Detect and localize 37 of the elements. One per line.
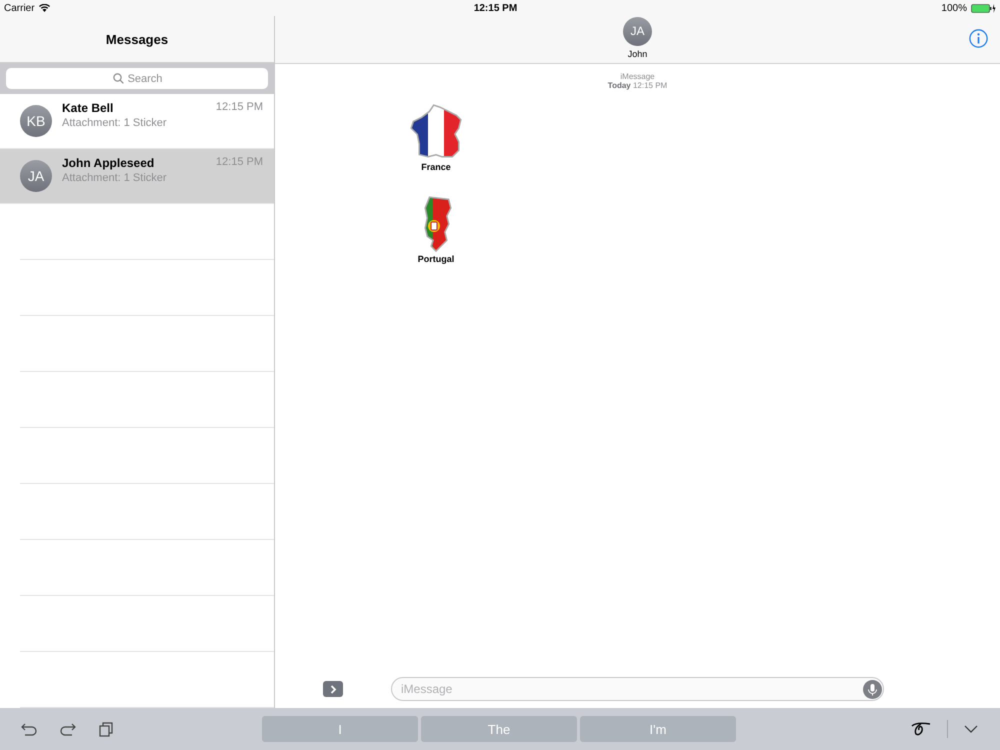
contact-name: Kate Bell xyxy=(62,101,114,116)
handwriting-icon[interactable] xyxy=(911,722,931,736)
contact-name[interactable]: John xyxy=(628,48,648,58)
chevron-right-icon xyxy=(330,684,336,694)
paste-icon[interactable] xyxy=(99,722,113,736)
sticker-caption: Portugal xyxy=(418,254,454,264)
message-timestamp: Today 12:15 PM xyxy=(608,81,668,90)
conversation-item[interactable]: JA John Appleseed 12:15 PM Attachment: 1 Sticker xyxy=(0,149,274,204)
message-preview: Attachment: 1 Sticker xyxy=(62,172,168,184)
flag-map-sticker[interactable] xyxy=(408,104,464,160)
redo-icon[interactable] xyxy=(60,722,76,736)
messages-title: Messages xyxy=(106,32,168,46)
word-suggestion[interactable]: I'm xyxy=(580,716,736,742)
wifi-icon xyxy=(38,4,50,12)
contact-avatar: KB xyxy=(20,105,52,138)
search-icon xyxy=(113,73,124,84)
battery-charging-icon xyxy=(971,4,996,12)
microphone-icon[interactable] xyxy=(863,680,882,698)
message-time: 12:15 PM xyxy=(216,156,263,170)
info-icon[interactable] xyxy=(969,29,988,48)
contact-avatar[interactable]: JA xyxy=(623,16,652,46)
chevron-down-icon[interactable] xyxy=(964,725,978,733)
expand-apps-button[interactable] xyxy=(323,681,343,697)
battery-percent: 100% xyxy=(941,2,967,14)
carrier-label: Carrier xyxy=(4,2,35,14)
message-field[interactable]: iMessage xyxy=(391,677,884,701)
contact-name: John Appleseed xyxy=(62,156,154,170)
word-suggestion[interactable]: The xyxy=(421,716,577,742)
contact-avatar: JA xyxy=(20,160,52,192)
undo-icon[interactable] xyxy=(21,722,37,736)
service-label: iMessage xyxy=(620,72,655,81)
word-suggestion[interactable]: I xyxy=(262,716,418,742)
message-time: 12:15 PM xyxy=(216,101,263,116)
sticker-caption: France xyxy=(421,162,451,172)
status-time: 12:15 PM xyxy=(474,2,518,14)
search-field[interactable]: Search xyxy=(6,68,268,90)
message-preview: Attachment: 1 Sticker xyxy=(62,117,168,130)
